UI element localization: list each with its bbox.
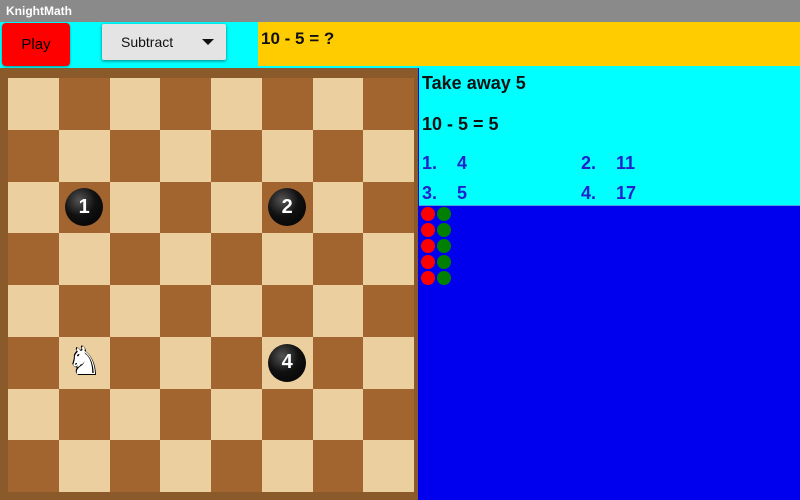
right-dot-icon [437, 271, 451, 285]
board-square[interactable] [363, 78, 414, 130]
board-square[interactable] [109, 129, 161, 182]
board-square[interactable] [363, 129, 414, 182]
board-square[interactable] [8, 285, 59, 337]
board-square[interactable] [312, 129, 364, 182]
answer-option-3[interactable]: 3. 5 [422, 183, 467, 204]
board-square[interactable] [211, 388, 262, 441]
board-square[interactable] [109, 388, 161, 441]
board-square[interactable] [261, 388, 313, 441]
board-square[interactable] [261, 285, 313, 337]
board-square[interactable] [58, 129, 110, 182]
board-square[interactable] [8, 181, 59, 234]
board-square[interactable] [160, 440, 211, 492]
right-dot-icon [437, 223, 451, 237]
question-bar: 10 - 5 = ? [258, 22, 800, 66]
board-square[interactable] [312, 233, 364, 285]
score-dot-row [421, 207, 451, 223]
board-square[interactable] [312, 388, 364, 441]
board-square[interactable] [8, 233, 59, 285]
board-square[interactable] [58, 78, 110, 130]
board-square[interactable] [261, 440, 313, 492]
score-dot-row [421, 255, 451, 271]
board-square[interactable] [109, 78, 161, 130]
board-square[interactable] [109, 440, 161, 492]
board-square[interactable] [363, 181, 414, 234]
answer-option-2[interactable]: 2. 11 [581, 153, 635, 174]
board-square[interactable] [58, 440, 110, 492]
board-square[interactable] [211, 336, 262, 389]
score-dots [421, 207, 451, 287]
board-square[interactable] [312, 78, 364, 130]
wrong-dot-icon [421, 271, 435, 285]
board-square[interactable] [58, 388, 110, 441]
wrong-dot-icon [421, 239, 435, 253]
question-panel: Take away 5 10 - 5 = 5 1. 4 2. 11 3. 5 4… [419, 68, 800, 206]
board-square[interactable] [312, 285, 364, 337]
right-dot-icon [437, 255, 451, 269]
board-square[interactable] [109, 181, 161, 234]
score-dot-row [421, 223, 451, 239]
board-square[interactable] [261, 78, 313, 130]
board-square[interactable] [160, 129, 211, 182]
board-square[interactable] [160, 285, 211, 337]
board-square[interactable] [109, 233, 161, 285]
wrong-dot-icon [421, 223, 435, 237]
board-square[interactable] [211, 285, 262, 337]
operation-dropdown[interactable]: Subtract [102, 24, 226, 60]
board-square[interactable] [58, 233, 110, 285]
chess-board-frame: 1 2 4 ♞ [0, 68, 418, 500]
board-square[interactable] [160, 388, 211, 441]
board-square[interactable] [58, 285, 110, 337]
prompt-text: Take away 5 [422, 73, 526, 93]
chess-board: 1 2 4 ♞ [8, 78, 414, 492]
board-square[interactable] [211, 129, 262, 182]
board-square[interactable] [261, 129, 313, 182]
equation-text: 10 - 5 = 5 [422, 114, 499, 134]
board-square[interactable] [261, 233, 313, 285]
board-square[interactable] [363, 233, 414, 285]
answer-option-4[interactable]: 4. 17 [581, 183, 636, 204]
play-button[interactable]: Play [2, 23, 70, 66]
operation-selected-value: Subtract [121, 34, 174, 50]
right-dot-icon [437, 207, 451, 221]
board-square[interactable] [8, 336, 59, 389]
dropdown-caret-icon [202, 39, 214, 45]
board-square[interactable] [211, 181, 262, 234]
board-square[interactable] [312, 440, 364, 492]
board-square[interactable] [363, 440, 414, 492]
board-square[interactable] [363, 336, 414, 389]
knight-icon[interactable]: ♞ [67, 343, 101, 381]
board-square[interactable] [109, 285, 161, 337]
score-dot-row [421, 239, 451, 255]
board-square[interactable] [363, 388, 414, 441]
wrong-dot-icon [421, 207, 435, 221]
board-square[interactable] [312, 181, 364, 234]
score-dot-row [421, 271, 451, 287]
target-marker-4[interactable]: 4 [268, 343, 307, 382]
board-square[interactable] [160, 233, 211, 285]
wrong-dot-icon [421, 255, 435, 269]
board-square[interactable] [8, 78, 59, 130]
toolbar: Play Subtract 10 - 5 = ? [0, 22, 800, 68]
board-square[interactable] [363, 285, 414, 337]
board-square[interactable] [160, 78, 211, 130]
right-dot-icon [437, 239, 451, 253]
board-square[interactable] [312, 336, 364, 389]
answer-option-1[interactable]: 1. 4 [422, 153, 467, 174]
board-square[interactable] [109, 336, 161, 389]
board-square[interactable] [8, 129, 59, 182]
window-title: KnightMath [0, 0, 800, 22]
board-square[interactable] [8, 388, 59, 441]
board-square[interactable] [8, 440, 59, 492]
board-square[interactable] [211, 78, 262, 130]
board-square[interactable] [211, 440, 262, 492]
board-square[interactable] [211, 233, 262, 285]
board-square[interactable] [160, 336, 211, 389]
board-square[interactable] [160, 181, 211, 234]
